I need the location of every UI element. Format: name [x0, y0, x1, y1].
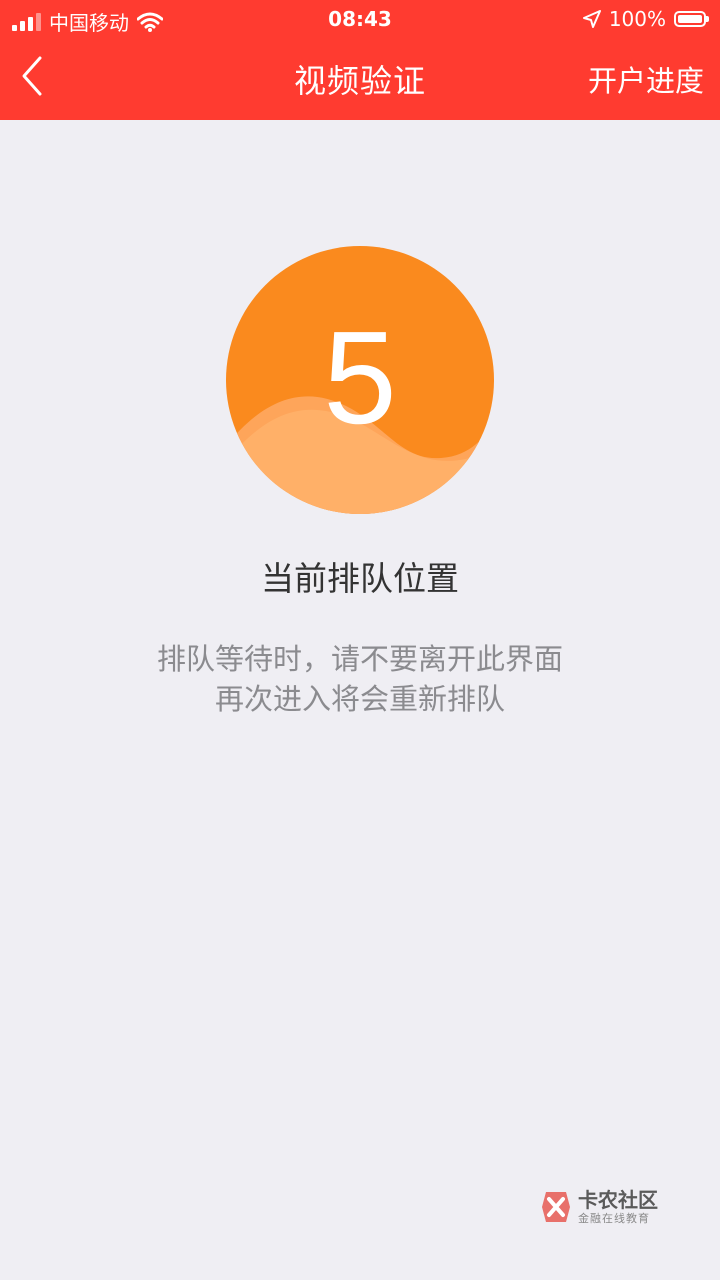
account-progress-link[interactable]: 开户进度 — [588, 58, 704, 100]
queue-hint-line-2: 再次进入将会重新排队 — [214, 682, 505, 716]
header: 中国移动 08:43 100% 视频验证 开户进度 — [0, 0, 720, 120]
battery-percent: 100% — [608, 7, 666, 31]
watermark: 卡农社区 金融在线教育 — [540, 1190, 658, 1224]
watermark-logo-icon — [542, 1192, 570, 1222]
screen: 中国移动 08:43 100% 视频验证 开户进度 5 当前排队位置 排队等待时… — [0, 0, 720, 1280]
status-bar-right: 100% — [582, 7, 709, 31]
status-bar: 中国移动 08:43 100% — [0, 0, 720, 36]
queue-position-label: 当前排队位置 — [261, 559, 459, 598]
queue-position-number: 5 — [323, 304, 397, 451]
location-arrow-icon — [582, 10, 601, 28]
battery-icon — [674, 11, 709, 27]
watermark-subtitle: 金融在线教育 — [578, 1212, 650, 1225]
watermark-name: 卡农社区 — [578, 1188, 658, 1212]
queue-hint-line-1: 排队等待时，请不要离开此界面 — [156, 642, 563, 676]
nav-bar: 视频验证 开户进度 — [0, 40, 720, 116]
